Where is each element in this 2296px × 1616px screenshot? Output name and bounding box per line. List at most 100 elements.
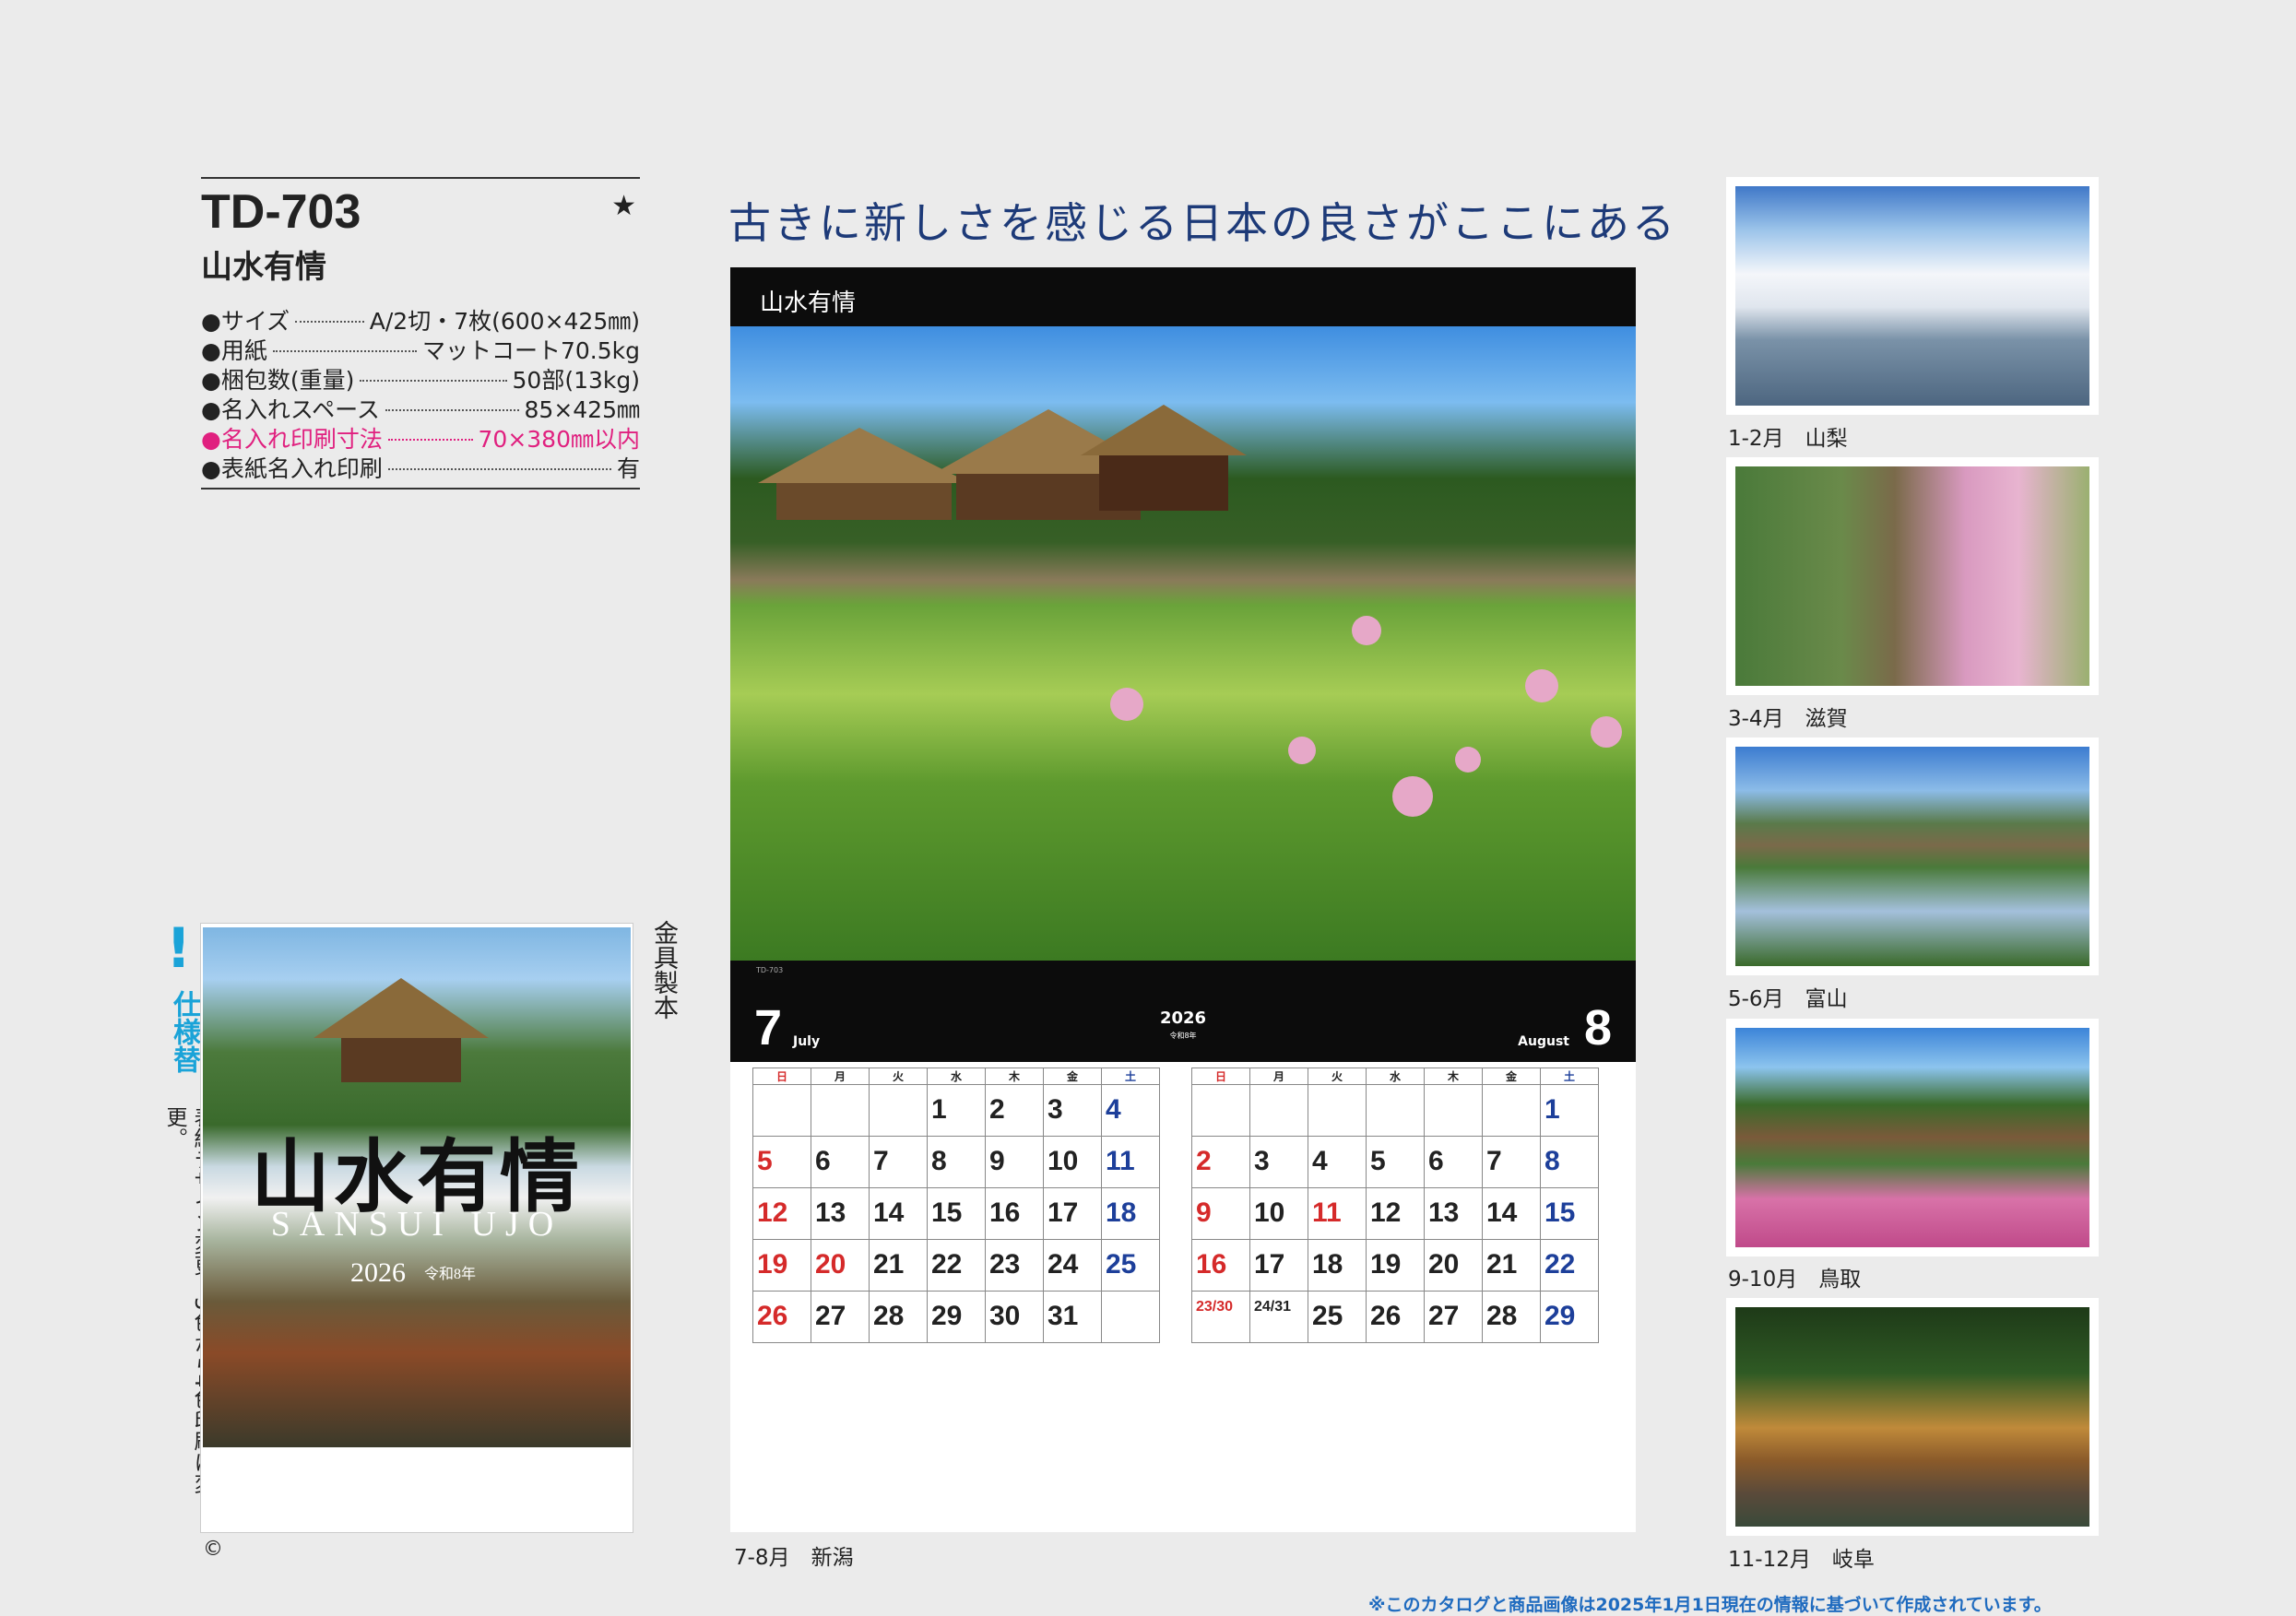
thumbnail-5: [1726, 1298, 2099, 1536]
august-day-number: 25: [1312, 1301, 1343, 1331]
day-cell: 5: [752, 1136, 811, 1188]
weekday-header: 木: [985, 1068, 1044, 1085]
weekday-header: 金: [1482, 1068, 1541, 1085]
august-day-number: 15: [1544, 1197, 1576, 1228]
august-day-number: 27: [1428, 1301, 1460, 1331]
spec-label: ●名入れ印刷寸法: [201, 426, 383, 453]
day-cell: 9: [1191, 1187, 1250, 1240]
week-row: 2 3 4 5 6 7 8: [1191, 1136, 1599, 1188]
august-day-number: 2: [1196, 1146, 1212, 1176]
spec-value: A/2切・7枚(600×425㎜): [369, 308, 640, 335]
day-cell: 10: [1249, 1187, 1308, 1240]
day-cell: 25: [1308, 1291, 1367, 1343]
spec-value: 70×380㎜以内: [478, 426, 640, 453]
binding-label: 金具製本: [649, 920, 678, 1020]
day-cell: 31: [1043, 1291, 1102, 1343]
july-day-number: 28: [873, 1301, 905, 1331]
day-cell: 29: [927, 1291, 986, 1343]
day-cell: 30: [985, 1291, 1044, 1343]
spec-bottom-rule: [201, 488, 640, 490]
day-cell: 17: [1249, 1239, 1308, 1292]
thumbnail-3: [1726, 737, 2099, 975]
july-day-number: 30: [989, 1301, 1021, 1331]
day-cell: 14: [869, 1187, 928, 1240]
july-day-number: 2: [989, 1094, 1005, 1125]
weekday-header: 土: [1540, 1068, 1599, 1085]
star-icon: ★: [611, 190, 636, 222]
day-cell: 25: [1101, 1239, 1160, 1292]
week-row: 5 6 7 8 9 10 11: [752, 1136, 1160, 1188]
july-day-number: 6: [815, 1146, 831, 1176]
august-day-number: 8: [1544, 1146, 1560, 1176]
week-row: 26 27 28 29 30 31: [752, 1291, 1160, 1343]
day-cell: 15: [927, 1187, 986, 1240]
day-cell: [1249, 1084, 1308, 1137]
day-cell: 18: [1308, 1239, 1367, 1292]
weekday-header: 日: [1191, 1068, 1250, 1085]
main-calendar: 山水有情 TD-703 7 July 2026 令和8年 8 August 日月…: [730, 267, 1636, 1532]
day-cell: 8: [1540, 1136, 1599, 1188]
july-day-number: 7: [873, 1146, 889, 1176]
august-day-number: 1: [1544, 1094, 1560, 1125]
weekday-header: 月: [1249, 1068, 1308, 1085]
august-day-number: 11: [1312, 1197, 1342, 1228]
august-day-number: 13: [1428, 1197, 1460, 1228]
thumbnail-caption: 9-10月 鳥取: [1728, 1268, 1862, 1292]
day-cell: 19: [1366, 1239, 1425, 1292]
spec-label: ●サイズ: [201, 308, 290, 335]
spec-value: 有: [616, 455, 640, 482]
day-cell: 4: [1308, 1136, 1367, 1188]
day-cell: 5: [1366, 1136, 1425, 1188]
july-day-number: 3: [1047, 1094, 1063, 1125]
day-cell: 26: [1366, 1291, 1425, 1343]
spec-row: ●梱包数(重量) 50部(13kg): [201, 366, 640, 395]
day-cell: 28: [869, 1291, 928, 1343]
july-day-number: 11: [1106, 1146, 1135, 1176]
day-cell: 2: [1191, 1136, 1250, 1188]
august-day-number: 7: [1486, 1146, 1502, 1176]
product-code: TD-703: [201, 185, 361, 239]
day-cell: 20: [811, 1239, 870, 1292]
day-cell: 12: [1366, 1187, 1425, 1240]
weekday-header: 火: [1308, 1068, 1367, 1085]
day-cell: 24: [1043, 1239, 1102, 1292]
spec-label: ●用紙: [201, 337, 267, 364]
week-row: 19 20 21 22 23 24 25: [752, 1239, 1160, 1292]
august-day-number: 10: [1254, 1197, 1285, 1228]
day-cell: [1308, 1084, 1367, 1137]
weekday-header: 土: [1101, 1068, 1160, 1085]
thumbnail-photo: [1735, 1028, 2089, 1247]
august-day-number: 3: [1254, 1146, 1270, 1176]
spec-row: ●用紙 マットコート70.5kg: [201, 336, 640, 366]
july-day-number: 14: [873, 1197, 905, 1228]
day-cell: 21: [869, 1239, 928, 1292]
july-grid: 日月火水木金土 1 2 3 4 5 6 7 8 9 10 11 12 13 14 15 16 17 18 19 20 21…: [752, 1068, 1160, 1343]
day-cell: [1191, 1084, 1250, 1137]
right-month-english: August: [1518, 1034, 1569, 1049]
day-cell: 28: [1482, 1291, 1541, 1343]
august-day-number: 26: [1370, 1301, 1402, 1331]
dot-leader: [385, 409, 519, 411]
cover-photo: 山水有情 SANSUI UJO 2026 令和8年: [203, 927, 631, 1447]
day-cell: [1424, 1084, 1483, 1137]
thumbnail-photo: [1735, 186, 2089, 406]
weekday-header: 日: [752, 1068, 811, 1085]
day-cell: [1366, 1084, 1425, 1137]
july-day-number: 23: [989, 1249, 1021, 1280]
day-cell: 6: [1424, 1136, 1483, 1188]
august-day-number: 6: [1428, 1146, 1444, 1176]
july-day-number: 8: [931, 1146, 947, 1176]
calendar-code: TD-703: [756, 966, 784, 974]
day-cell: 20: [1424, 1239, 1483, 1292]
thumbnail-2: [1726, 457, 2099, 695]
day-cell: 23: [985, 1239, 1044, 1292]
july-day-number: 9: [989, 1146, 1005, 1176]
august-grid: 日月火水木金土 1 2 3 4 5 6 7 8 9 10 11 12 13 14 15 16 17 18 19 20 21…: [1191, 1068, 1599, 1343]
august-day-number: 21: [1486, 1249, 1518, 1280]
dot-leader: [360, 380, 507, 382]
day-cell: 13: [811, 1187, 870, 1240]
july-day-number: 26: [757, 1301, 788, 1331]
july-day-number: 24: [1047, 1249, 1079, 1280]
july-day-number: 10: [1047, 1146, 1079, 1176]
calendar-logo: 山水有情: [760, 289, 857, 317]
